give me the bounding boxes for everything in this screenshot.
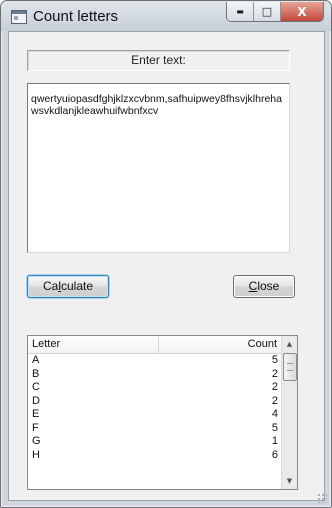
scroll-up-icon[interactable]: ▲ bbox=[282, 336, 297, 352]
close-window-button[interactable]: X bbox=[281, 2, 323, 21]
close-label-end: lose bbox=[257, 279, 280, 293]
list-row[interactable]: A5 bbox=[28, 354, 282, 368]
row-letter: H bbox=[32, 448, 40, 461]
row-letter: D bbox=[32, 394, 40, 407]
row-letter: E bbox=[32, 408, 40, 420]
row-count: 4 bbox=[271, 408, 278, 420]
list-row[interactable]: D2 bbox=[28, 395, 282, 409]
app-window-icon[interactable] bbox=[11, 10, 27, 24]
vertical-scrollbar[interactable]: ▲ ▼ bbox=[281, 336, 297, 489]
row-count: 1 bbox=[271, 435, 278, 447]
caption-buttons: ▬ □ X bbox=[226, 2, 324, 22]
row-count: 5 bbox=[271, 354, 278, 366]
text-input[interactable]: qwertyuiopasdfghjklzxcvbnm,safhuipwey8fh… bbox=[27, 83, 290, 253]
row-count: 2 bbox=[271, 394, 278, 407]
column-header-count[interactable]: Count bbox=[159, 336, 282, 353]
row-letter: B bbox=[32, 367, 40, 380]
maximize-button[interactable]: □ bbox=[254, 2, 281, 21]
row-count: 2 bbox=[271, 381, 278, 393]
row-letter: A bbox=[32, 354, 40, 366]
count-letters-window: Count letters ▬ □ X Enter text: qwertyui… bbox=[0, 0, 332, 508]
calculate-button[interactable]: Calculate bbox=[27, 275, 109, 298]
list-row[interactable]: C2 bbox=[28, 381, 282, 395]
title-bar[interactable]: Count letters ▬ □ X bbox=[1, 1, 331, 31]
row-count: 5 bbox=[271, 421, 278, 434]
row-letter: C bbox=[32, 381, 40, 393]
minimize-button[interactable]: ▬ bbox=[227, 2, 254, 21]
scrollbar-thumb[interactable] bbox=[283, 353, 297, 381]
list-row[interactable]: B2 bbox=[28, 368, 282, 382]
list-row[interactable]: G1 bbox=[28, 435, 282, 449]
row-count: 6 bbox=[271, 448, 278, 461]
letter-count-list[interactable]: Letter Count A5 B2 C2 D2 E4 F5 G1 H6 ▲ ▼ bbox=[27, 335, 298, 490]
enter-text-label: Enter text: bbox=[27, 50, 290, 71]
resize-grip-icon[interactable] bbox=[317, 493, 327, 503]
list-body: A5 B2 C2 D2 E4 F5 G1 H6 bbox=[28, 354, 282, 462]
calculate-label-start: Ca bbox=[42, 279, 59, 293]
row-count: 2 bbox=[271, 367, 278, 380]
scroll-down-icon[interactable]: ▼ bbox=[282, 473, 297, 489]
list-header: Letter Count bbox=[28, 336, 282, 354]
list-row[interactable]: F5 bbox=[28, 422, 282, 436]
list-row[interactable]: E4 bbox=[28, 408, 282, 422]
column-header-letter[interactable]: Letter bbox=[28, 336, 159, 353]
row-letter: F bbox=[32, 421, 39, 434]
minimize-icon: ▬ bbox=[236, 7, 244, 16]
maximize-icon: □ bbox=[261, 5, 273, 18]
calculate-label-end: culate bbox=[60, 279, 94, 293]
row-letter: G bbox=[32, 435, 41, 447]
close-icon: X bbox=[297, 4, 307, 19]
window-title: Count letters bbox=[33, 8, 119, 25]
close-button[interactable]: Close bbox=[233, 275, 295, 298]
list-row[interactable]: H6 bbox=[28, 449, 282, 463]
